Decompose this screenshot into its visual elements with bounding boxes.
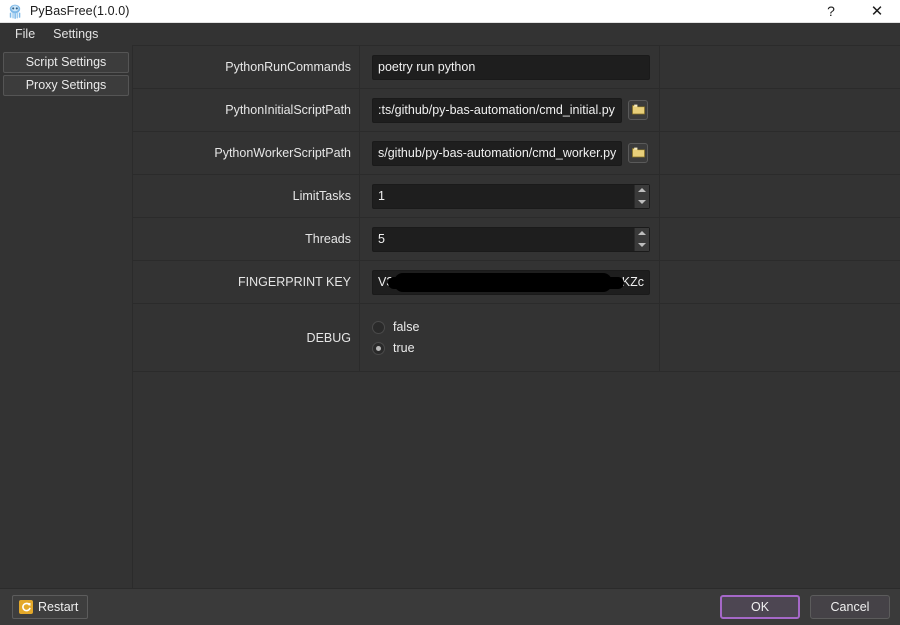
debug-radio-group: false true	[372, 320, 419, 355]
sidebar-item-proxy-settings[interactable]: Proxy Settings	[3, 75, 129, 96]
main-content: Script Settings Proxy Settings PythonRun…	[0, 45, 900, 588]
row-extra-cell	[660, 132, 900, 174]
chevron-up-icon	[638, 188, 646, 193]
row-extra-cell	[660, 175, 900, 217]
spin-up-button[interactable]	[635, 228, 649, 240]
row-label-debug: DEBUG	[133, 304, 360, 371]
browse-initial-script-button[interactable]	[628, 100, 648, 120]
threads-spinner[interactable]: 5	[372, 226, 650, 252]
table-row: FINGERPRINT KEY V34 KZc	[133, 261, 900, 304]
row-field-python-run-commands: poetry run python	[360, 46, 660, 88]
menu-item-file[interactable]: File	[6, 24, 44, 45]
row-extra-cell	[660, 218, 900, 260]
debug-radio-true-label: true	[393, 341, 415, 355]
folder-icon	[631, 103, 645, 118]
folder-icon	[631, 146, 645, 161]
spin-up-button[interactable]	[635, 185, 649, 197]
fingerprint-key-prefix: V34	[378, 275, 401, 289]
chevron-down-icon	[638, 242, 646, 247]
table-row: Threads 5	[133, 218, 900, 261]
menu-item-settings[interactable]: Settings	[44, 24, 107, 45]
debug-radio-false-label: false	[393, 320, 420, 334]
fingerprint-key-wrapper: V34 KZc	[372, 269, 650, 295]
restart-button-label: Restart	[38, 600, 79, 614]
row-extra-cell	[660, 304, 900, 371]
row-extra-cell	[660, 89, 900, 131]
window-title: PyBasFree(1.0.0)	[30, 4, 130, 18]
row-field-python-initial-script-path: :ts/github/py-bas-automation/cmd_initial…	[360, 89, 660, 131]
spin-down-button[interactable]	[635, 239, 649, 251]
table-row: PythonWorkerScriptPath s/github/py-bas-a…	[133, 132, 900, 175]
threads-input[interactable]: 5	[372, 226, 650, 252]
row-label-fingerprint-key: FINGERPRINT KEY	[133, 261, 360, 303]
ok-button[interactable]: OK	[720, 595, 800, 619]
row-extra-cell	[660, 46, 900, 88]
radio-icon[interactable]	[372, 320, 385, 334]
row-field-python-worker-script-path: s/github/py-bas-automation/cmd_worker.py	[360, 132, 660, 174]
row-field-fingerprint-key: V34 KZc	[360, 261, 660, 303]
row-label-python-worker-script-path: PythonWorkerScriptPath	[133, 132, 360, 174]
row-label-limit-tasks: LimitTasks	[133, 175, 360, 217]
python-worker-script-path-input[interactable]: s/github/py-bas-automation/cmd_worker.py	[372, 140, 622, 166]
squid-app-icon	[7, 3, 23, 19]
python-initial-script-path-input[interactable]: :ts/github/py-bas-automation/cmd_initial…	[372, 97, 622, 123]
refresh-icon	[19, 600, 33, 614]
footer-bar: Restart OK Cancel	[0, 588, 900, 625]
browse-worker-script-button[interactable]	[628, 143, 648, 163]
table-row: DEBUG false true	[133, 304, 900, 372]
row-label-python-initial-script-path: PythonInitialScriptPath	[133, 89, 360, 131]
chevron-down-icon	[638, 199, 646, 204]
menu-bar: File Settings	[0, 23, 900, 45]
title-bar: PyBasFree(1.0.0) ? ✕	[0, 0, 900, 23]
close-button[interactable]: ✕	[854, 0, 900, 23]
threads-spin-buttons[interactable]	[634, 227, 649, 251]
radio-icon-selected[interactable]	[372, 341, 385, 355]
fingerprint-key-suffix: KZc	[621, 275, 644, 289]
fingerprint-key-input[interactable]: V34 KZc	[372, 269, 650, 295]
cancel-button[interactable]: Cancel	[810, 595, 890, 619]
limit-tasks-input[interactable]: 1	[372, 183, 650, 209]
limit-tasks-spinner[interactable]: 1	[372, 183, 650, 209]
table-row: PythonInitialScriptPath :ts/github/py-ba…	[133, 89, 900, 132]
row-field-debug: false true	[360, 304, 660, 371]
spin-down-button[interactable]	[635, 196, 649, 208]
row-field-threads: 5	[360, 218, 660, 260]
restart-button[interactable]: Restart	[12, 595, 89, 619]
python-run-commands-input[interactable]: poetry run python	[372, 54, 650, 80]
table-row: PythonRunCommands poetry run python	[133, 46, 900, 89]
sidebar: Script Settings Proxy Settings	[0, 45, 133, 588]
sidebar-item-script-settings[interactable]: Script Settings	[3, 52, 129, 73]
debug-radio-true[interactable]: true	[372, 341, 419, 355]
row-label-python-run-commands: PythonRunCommands	[133, 46, 360, 88]
table-row: LimitTasks 1	[133, 175, 900, 218]
row-extra-cell	[660, 261, 900, 303]
settings-table: PythonRunCommands poetry run python Pyth…	[133, 45, 900, 372]
help-button[interactable]: ?	[808, 0, 854, 23]
limit-tasks-spin-buttons[interactable]	[634, 184, 649, 208]
row-field-limit-tasks: 1	[360, 175, 660, 217]
chevron-up-icon	[638, 231, 646, 236]
debug-radio-false[interactable]: false	[372, 320, 419, 334]
row-label-threads: Threads	[133, 218, 360, 260]
